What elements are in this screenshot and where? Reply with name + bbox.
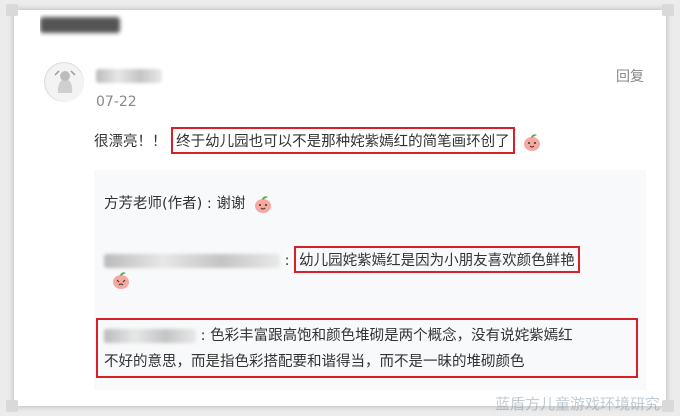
- paper-corner: [6, 400, 18, 412]
- reply-author[interactable]: [104, 254, 280, 268]
- reply-separator: :: [196, 328, 211, 344]
- reply-text: 谢谢: [216, 196, 246, 212]
- reply-separator: :: [280, 253, 295, 269]
- peach-emoji-icon: [111, 270, 131, 290]
- peach-emoji-icon: [522, 132, 542, 152]
- comment-text-prefix: 很漂亮！！: [94, 134, 167, 150]
- comment-date: 07-22: [96, 94, 137, 110]
- cropped-header: [40, 14, 140, 38]
- comment-author[interactable]: [96, 68, 162, 84]
- paper-corner: [6, 4, 18, 16]
- reply-author[interactable]: [104, 329, 196, 343]
- watermark: 蓝盾方儿童游戏环境研究: [494, 395, 660, 413]
- paper-corner: [662, 4, 674, 16]
- reply-text-line1: 色彩丰富跟高饱和颜色堆砌是两个概念，没有说姹紫嫣红: [210, 328, 573, 344]
- highlighted-comment-text: 终于幼儿园也可以不是那种姹紫嫣红的简笔画环创了: [171, 127, 515, 154]
- paper-corner: [662, 400, 674, 412]
- reply-link[interactable]: 回复: [616, 66, 644, 86]
- comment-text: 很漂亮！！ 终于幼儿园也可以不是那种姹紫嫣红的简笔画环创了: [94, 127, 542, 154]
- reply-item: : 幼儿园姹紫嫣红是因为小朋友喜欢颜色鲜艳: [104, 246, 580, 273]
- reply-item: : 色彩丰富跟高饱和颜色堆砌是两个概念，没有说姹紫嫣红: [104, 324, 573, 345]
- user-avatar-icon[interactable]: [44, 62, 84, 102]
- reply-separator: :: [202, 196, 217, 212]
- reply-item: 方芳老师(作者) : 谢谢: [104, 192, 273, 214]
- reply-author[interactable]: 方芳老师(作者): [104, 196, 202, 212]
- peach-emoji-icon: [253, 194, 273, 214]
- highlighted-reply-text: 幼儿园姹紫嫣红是因为小朋友喜欢颜色鲜艳: [294, 246, 580, 273]
- reply-text-line2: 不好的意思，而是指色彩搭配要和谐得当，而不是一昧的堆砌颜色: [104, 354, 525, 370]
